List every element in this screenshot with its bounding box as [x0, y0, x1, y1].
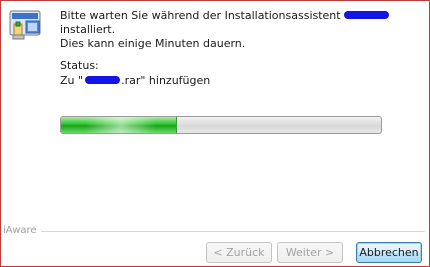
status-label: Status:: [60, 59, 99, 72]
intro-line-1: Bitte warten Sie während der Installatio…: [60, 9, 420, 37]
redacted-product-name: [343, 11, 389, 19]
divider-line: [33, 231, 425, 233]
back-button[interactable]: < Zurück: [206, 242, 272, 263]
intro-line-1-end: installiert.: [60, 23, 116, 36]
progress-bar: [60, 116, 382, 134]
intro-line-1-start: Bitte warten Sie während der Installatio…: [60, 9, 341, 22]
brand-divider: iAware: [3, 225, 425, 237]
status-text: Zu " .rar" hinzufügen: [60, 74, 210, 87]
status-text-end: .rar" hinzufügen: [121, 74, 211, 87]
brand-label: iAware: [3, 225, 41, 237]
cancel-button[interactable]: Abbrechen: [356, 242, 422, 263]
intro-message: Bitte warten Sie während der Installatio…: [60, 9, 420, 51]
progress-bar-glow: [86, 117, 157, 133]
intro-line-2: Dies kann einige Minuten dauern.: [60, 37, 246, 50]
installer-setup-icon: [8, 8, 44, 42]
redacted-file-name: [85, 76, 121, 84]
installer-dialog: Bitte warten Sie während der Installatio…: [0, 0, 430, 267]
next-button[interactable]: Weiter >: [277, 242, 343, 263]
status-text-start: Zu ": [60, 74, 84, 87]
